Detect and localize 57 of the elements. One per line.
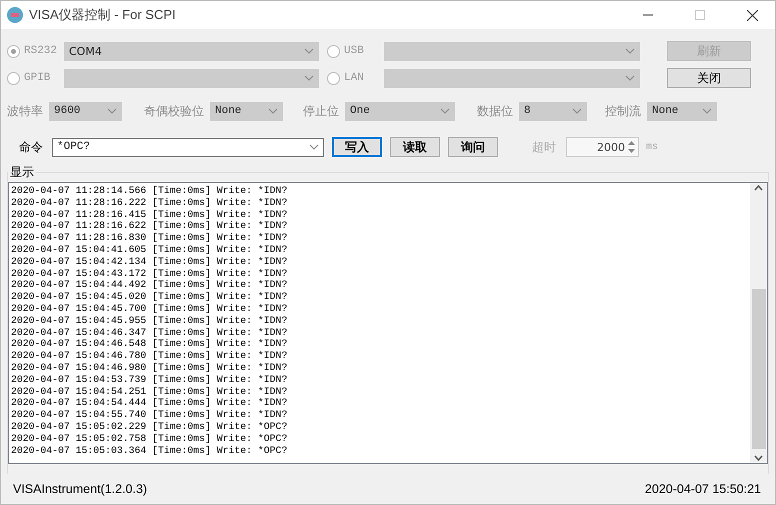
log-line: 2020-04-07 15:04:43.172 [Time:0ms] Write: *IDN?: [11, 268, 288, 280]
log-line: 2020-04-07 11:28:14.566 [Time:0ms] Write: *IDN?: [11, 185, 288, 197]
log-line: 2020-04-07 15:04:46.980 [Time:0ms] Write: *IDN?: [11, 362, 288, 374]
setting-label: 停止位: [303, 102, 339, 120]
window-title: VISA仪器控制 - For SCPI: [29, 6, 177, 24]
app-logo-icon: [7, 7, 23, 23]
dropdown-field[interactable]: 8: [519, 102, 587, 120]
timeout-label: 超时: [532, 138, 556, 156]
app-version: VISAInstrument(1.2.0.3): [13, 482, 148, 496]
command-button[interactable]: 写入: [332, 137, 382, 157]
log-line: 2020-04-07 15:04:42.134 [Time:0ms] Write: *IDN?: [11, 256, 288, 268]
log-line: 2020-04-07 11:28:16.415 [Time:0ms] Write: *IDN?: [11, 208, 288, 220]
log-line: 2020-04-07 15:04:55.740 [Time:0ms] Write: *IDN?: [11, 409, 288, 421]
setting-label: 数据位: [477, 102, 513, 120]
timeout-field[interactable]: 2000: [566, 137, 639, 157]
dropdown-field[interactable]: None: [647, 102, 717, 120]
dropdown-field[interactable]: None: [210, 102, 283, 120]
dropdown-field[interactable]: [384, 68, 640, 88]
log-line: 2020-04-07 15:04:54.444 [Time:0ms] Write: *IDN?: [11, 397, 288, 410]
log-line: 2020-04-07 15:04:46.780 [Time:0ms] Write: *IDN?: [11, 350, 288, 362]
command-label: 命令: [19, 138, 43, 156]
close-icon: [746, 10, 758, 20]
scrollbar[interactable]: [750, 183, 767, 463]
spin-arrows-icon[interactable]: [627, 140, 636, 154]
scroll-down-icon[interactable]: [754, 455, 763, 461]
scrollbar-thumb[interactable]: [752, 289, 766, 449]
setting-label: 控制流: [605, 102, 641, 120]
side-button[interactable]: 关闭: [667, 68, 751, 88]
scroll-up-icon[interactable]: [754, 185, 763, 191]
setting-label: 奇偶校验位: [144, 102, 204, 120]
dropdown-field[interactable]: [64, 68, 319, 88]
timeout-unit: ms: [646, 142, 658, 152]
log-line: 2020-04-07 11:28:16.622 [Time:0ms] Write: *IDN?: [11, 220, 288, 232]
setting-label: 波特率: [7, 102, 43, 120]
log-line: 2020-04-07 15:04:53.739 [Time:0ms] Write: *IDN?: [11, 374, 288, 386]
dropdown-field[interactable]: 9600: [49, 102, 122, 120]
log-line: 2020-04-07 15:04:44.492 [Time:0ms] Write: *IDN?: [11, 279, 288, 292]
status-datetime: 2020-04-07 15:50:21: [644, 482, 761, 496]
maximize-icon: [695, 10, 705, 20]
log-line: 2020-04-07 15:04:45.700 [Time:0ms] Write: *IDN?: [11, 302, 288, 315]
log-line: 2020-04-07 15:05:03.364 [Time:0ms] Write: *OPC?: [11, 444, 288, 456]
dropdown-field[interactable]: One: [345, 102, 455, 120]
log-line: 2020-04-07 11:28:16.222 [Time:0ms] Write: *IDN?: [11, 196, 288, 209]
command-button[interactable]: 询问: [448, 137, 498, 157]
log-line: 2020-04-07 15:04:45.955 [Time:0ms] Write: *IDN?: [11, 314, 288, 327]
log-line: 2020-04-07 15:04:45.020 [Time:0ms] Write: *IDN?: [11, 291, 288, 303]
log-line: 2020-04-07 15:05:02.229 [Time:0ms] Write: *OPC?: [11, 420, 288, 433]
log-line: 2020-04-07 11:28:16.830 [Time:0ms] Write: *IDN?: [11, 232, 288, 244]
command-field[interactable]: *OPC?: [52, 138, 324, 156]
log-line: 2020-04-07 15:04:46.548 [Time:0ms] Write: *IDN?: [11, 338, 288, 350]
log-line: 2020-04-07 15:04:46.347 [Time:0ms] Write: *IDN?: [11, 326, 288, 338]
log-line: 2020-04-07 15:04:41.605 [Time:0ms] Write: *IDN?: [11, 244, 288, 256]
dropdown-field[interactable]: [384, 42, 640, 60]
display-title: 显示: [9, 164, 35, 181]
log-line: 2020-04-07 15:04:54.251 [Time:0ms] Write: *IDN?: [11, 386, 288, 398]
command-button[interactable]: 读取: [390, 137, 440, 157]
log-line: 2020-04-07 15:05:02.758 [Time:0ms] Write: *OPC?: [11, 432, 288, 445]
